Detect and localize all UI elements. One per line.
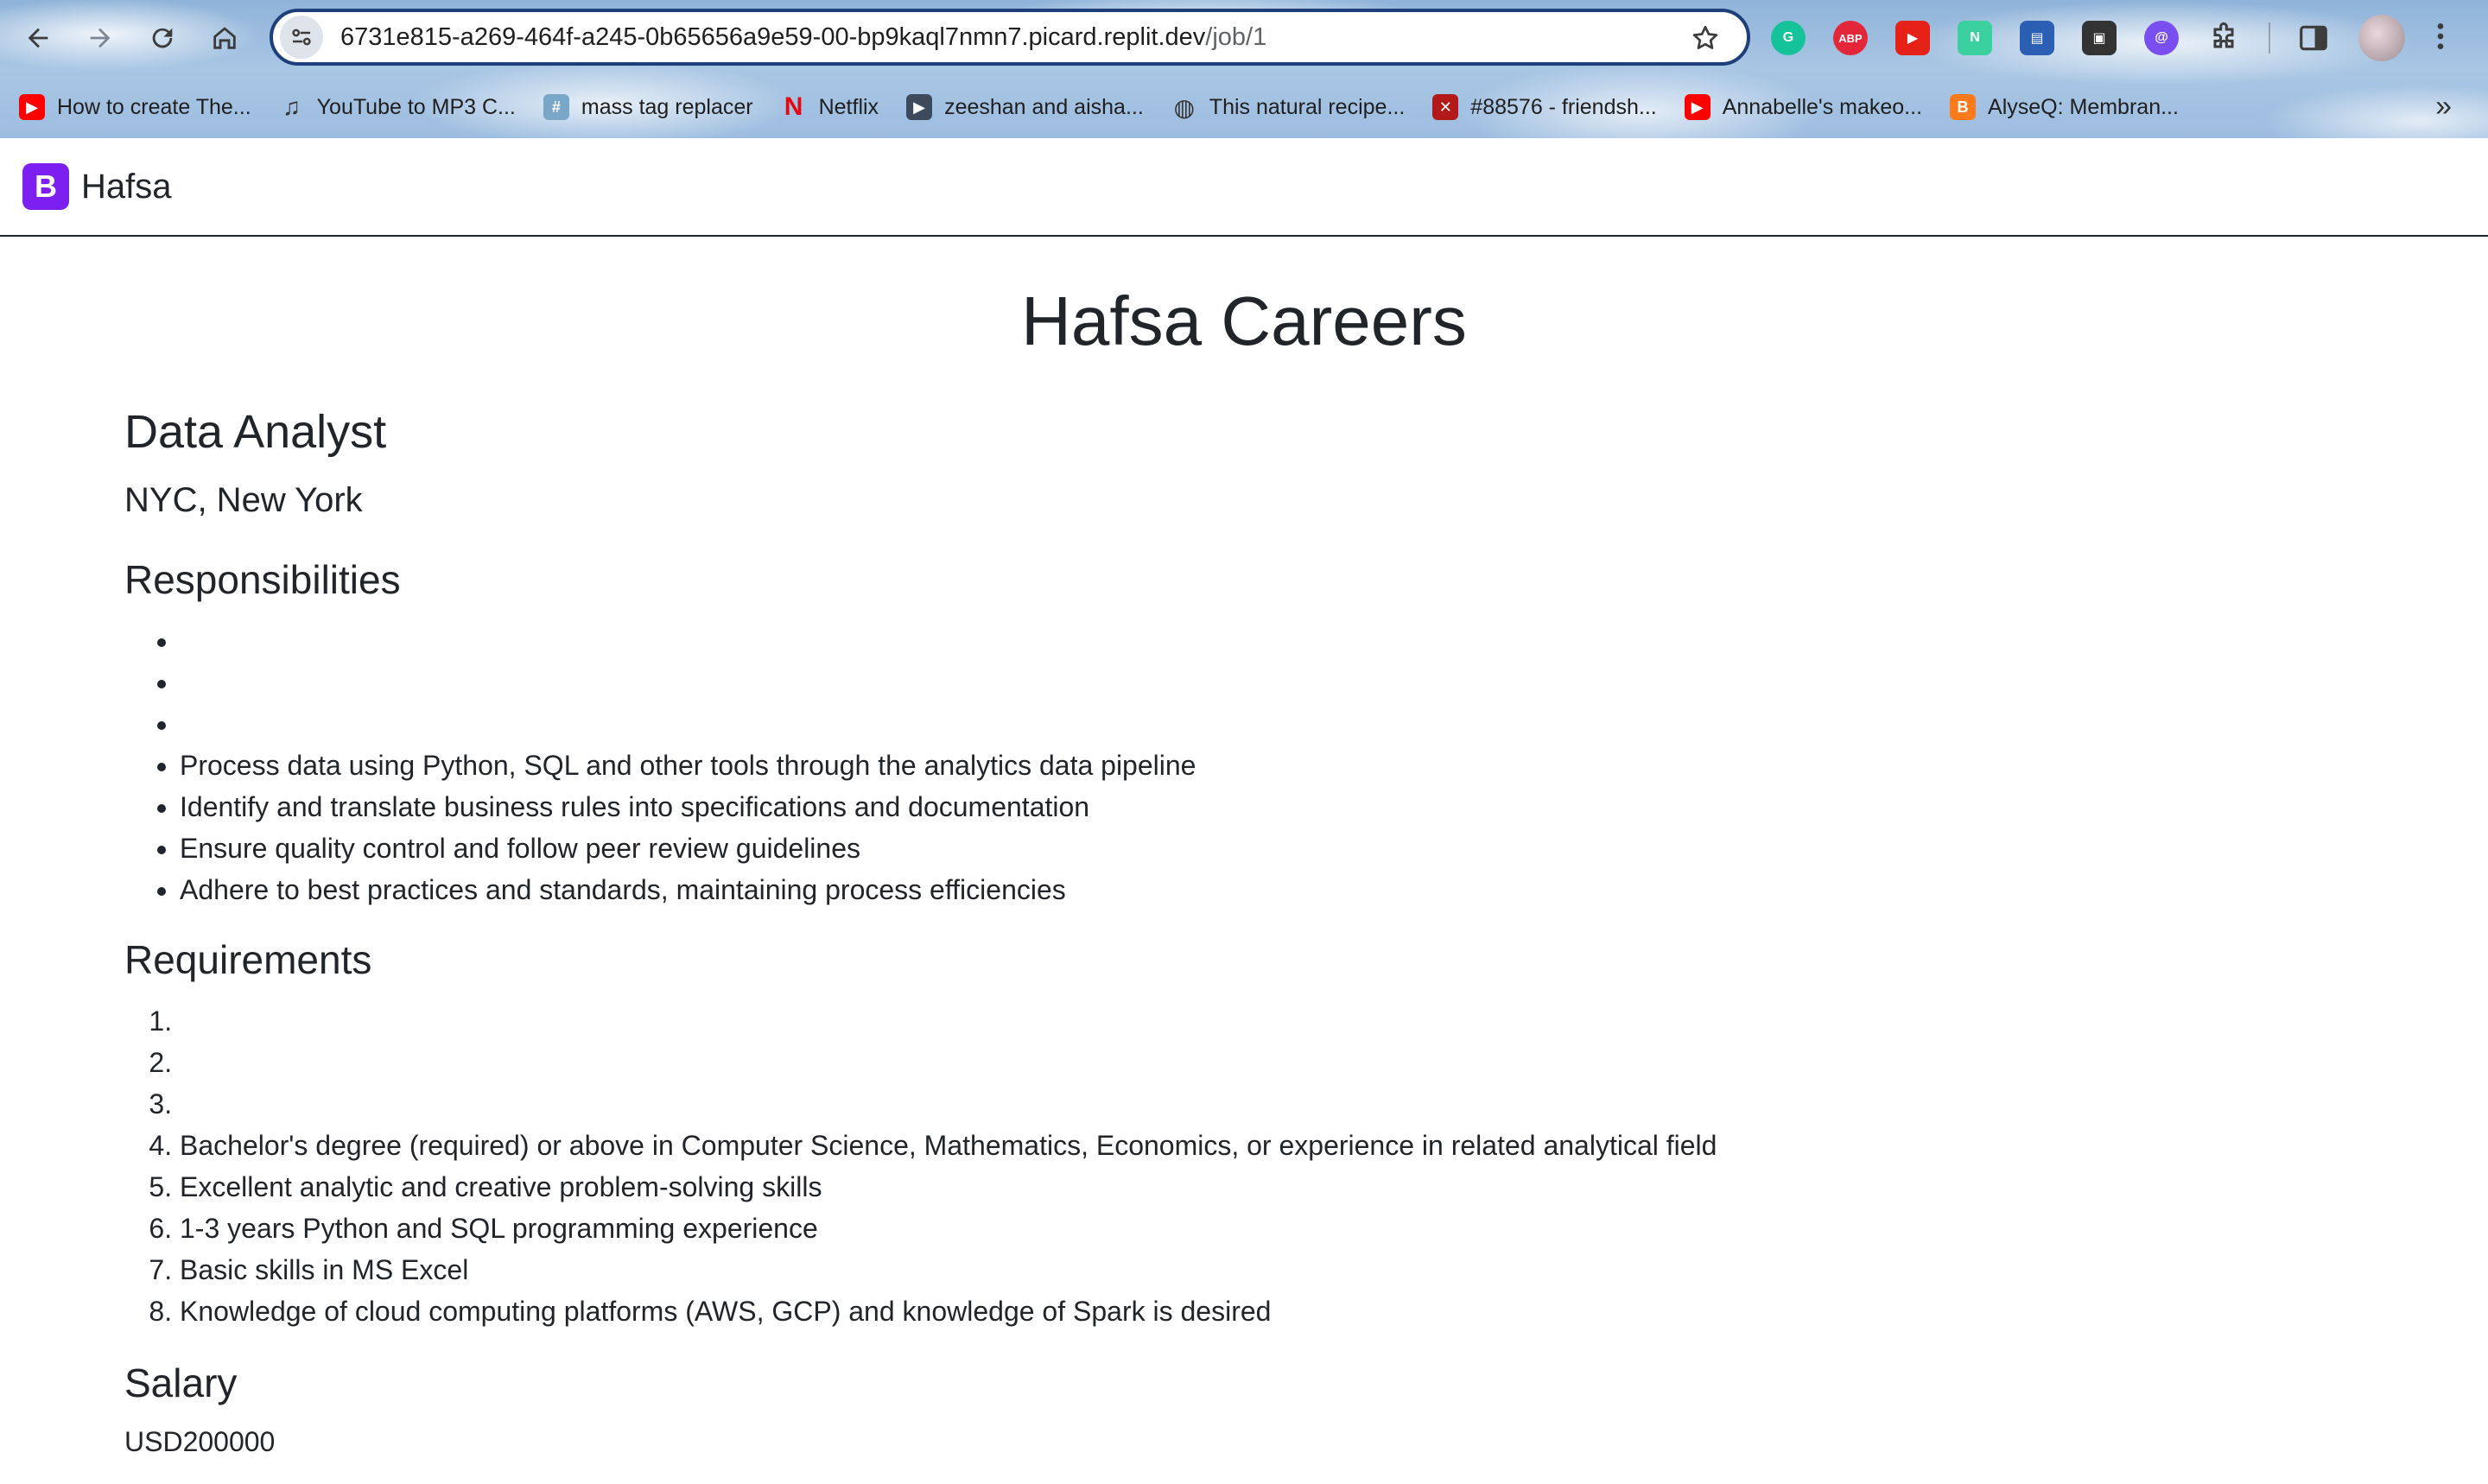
arrow-right-icon (90, 28, 111, 48)
address-bar[interactable]: 6731e815-a269-464f-a245-0b65656a9e59-00-… (270, 9, 1750, 66)
bookmark-label: zeeshan and aisha... (944, 94, 1144, 119)
bookmark-label: AlyseQ: Membran... (1988, 94, 2179, 119)
reader-icon[interactable]: ▤ (2020, 21, 2054, 55)
grammarly-icon[interactable]: G (1771, 21, 1806, 55)
youtube-icon: ▶ (1684, 94, 1710, 120)
bookmark-item[interactable]: ▶ Annabelle's makeo... (1684, 94, 1923, 120)
reload-icon (152, 28, 173, 48)
salary-heading: Salary (124, 1360, 238, 1405)
bookmark-item[interactable]: ▶ zeeshan and aisha... (906, 94, 1144, 120)
job-location: NYC, New York (124, 481, 363, 519)
bookmark-item[interactable]: ♫ YouTube to MP3 C... (279, 93, 516, 120)
brand-name[interactable]: Hafsa (81, 168, 172, 206)
browser-chrome: 6731e815-a269-464f-a245-0b65656a9e59-00-… (0, 0, 2488, 138)
bookmark-item[interactable]: N Netflix (781, 92, 879, 121)
responsibilities-list: Process data using Python, SQL and other… (124, 620, 2371, 910)
tune-icon (292, 29, 311, 46)
hashtag-icon: # (543, 94, 569, 120)
back-button[interactable] (14, 14, 62, 62)
extensions-puzzle-icon[interactable] (2206, 21, 2241, 55)
bookmark-item[interactable]: ◍ This natural recipe... (1171, 93, 1406, 121)
toolbar-divider (2269, 22, 2270, 54)
bookmark-item[interactable]: B AlyseQ: Membran... (1950, 94, 2179, 120)
list-item: Basic skills in MS Excel (180, 1249, 2371, 1291)
url-text[interactable]: 6731e815-a269-464f-a245-0b65656a9e59-00-… (340, 23, 1266, 52)
home-button[interactable] (200, 14, 249, 62)
list-item (180, 1000, 2371, 1042)
bookmark-item[interactable]: # mass tag replacer (543, 94, 753, 120)
url-path: /job/1 (1205, 22, 1267, 51)
youtube-icon: ▶ (19, 94, 45, 120)
blogger-icon: B (1950, 94, 1977, 120)
bookmark-label: This natural recipe... (1209, 94, 1406, 119)
site-info-button[interactable] (280, 16, 323, 59)
requirements-heading: Requirements (124, 937, 372, 982)
kebab-menu-icon[interactable] (2428, 19, 2453, 58)
play-circle-icon: ▶ (906, 94, 933, 120)
list-item: Identify and translate business rules in… (180, 786, 2371, 828)
list-item (180, 662, 2371, 703)
notion-n-icon[interactable]: N (1958, 21, 1992, 55)
list-item: Ensure quality control and follow peer r… (180, 828, 2371, 869)
list-item: Adhere to best practices and standards, … (180, 869, 2371, 910)
url-host: 6731e815-a269-464f-a245-0b65656a9e59-00-… (340, 22, 1206, 51)
extensions-row: G ABP ▶ N ▤ ▣ @ (1771, 15, 2453, 61)
list-item: Bachelor's degree (required) or above in… (180, 1125, 2371, 1166)
side-panel-icon[interactable] (2296, 21, 2331, 55)
bookmark-item[interactable]: ✕ #88576 - friendsh... (1432, 94, 1657, 120)
home-icon (213, 27, 236, 49)
bookmark-label: How to create The... (57, 94, 251, 119)
bookmark-item[interactable]: ▶ How to create The... (19, 94, 251, 120)
requirements-list: Bachelor's degree (required) or above in… (124, 1000, 2371, 1332)
bookmark-label: Netflix (818, 94, 879, 119)
list-item: Excellent analytic and creative problem-… (180, 1166, 2371, 1208)
list-item: 1-3 years Python and SQL programming exp… (180, 1208, 2371, 1249)
list-item (180, 1083, 2371, 1125)
list-item: Knowledge of cloud computing platforms (… (180, 1291, 2371, 1332)
adblock-icon[interactable]: ABP (1833, 21, 1868, 55)
globe-icon: ◍ (1173, 93, 1196, 121)
arrow-left-icon (28, 28, 48, 48)
bootstrap-logo-icon[interactable]: B (22, 163, 69, 210)
picture-in-picture-icon[interactable]: ▣ (2082, 21, 2117, 55)
site-navbar: B Hafsa (0, 138, 2488, 237)
ao3-icon: ✕ (1432, 94, 1459, 120)
forward-button[interactable] (76, 14, 124, 62)
bookmarks-bar: ▶ How to create The... ♫ YouTube to MP3 C..… (0, 86, 2488, 128)
youtube-ext-icon[interactable]: ▶ (1895, 21, 1930, 55)
salary-value: USD200000 (124, 1426, 276, 1457)
job-title: Data Analyst (124, 406, 387, 458)
bookmark-label: YouTube to MP3 C... (316, 94, 516, 119)
list-item (180, 703, 2371, 745)
reload-button[interactable] (138, 14, 187, 62)
responsibilities-heading: Responsibilities (124, 557, 401, 602)
job-detail: Data Analyst NYC, New York Responsibilit… (124, 397, 2371, 1463)
bookmark-label: mass tag replacer (581, 94, 753, 119)
bookmark-label: Annabelle's makeo... (1722, 94, 1923, 119)
bookmark-star-icon[interactable] (1690, 22, 1721, 54)
profile-avatar[interactable] (2358, 15, 2405, 61)
extension-purple-icon[interactable]: @ (2144, 21, 2179, 55)
bookmark-label: #88576 - friendsh... (1470, 94, 1657, 119)
list-item (180, 1042, 2371, 1083)
list-item (180, 620, 2371, 662)
bookmarks-overflow-icon[interactable]: » (2435, 90, 2452, 124)
music-note-icon: ♫ (282, 93, 301, 120)
netflix-icon: N (784, 92, 803, 121)
page-title: Hafsa Careers (1021, 282, 1467, 359)
list-item: Process data using Python, SQL and other… (180, 745, 2371, 786)
